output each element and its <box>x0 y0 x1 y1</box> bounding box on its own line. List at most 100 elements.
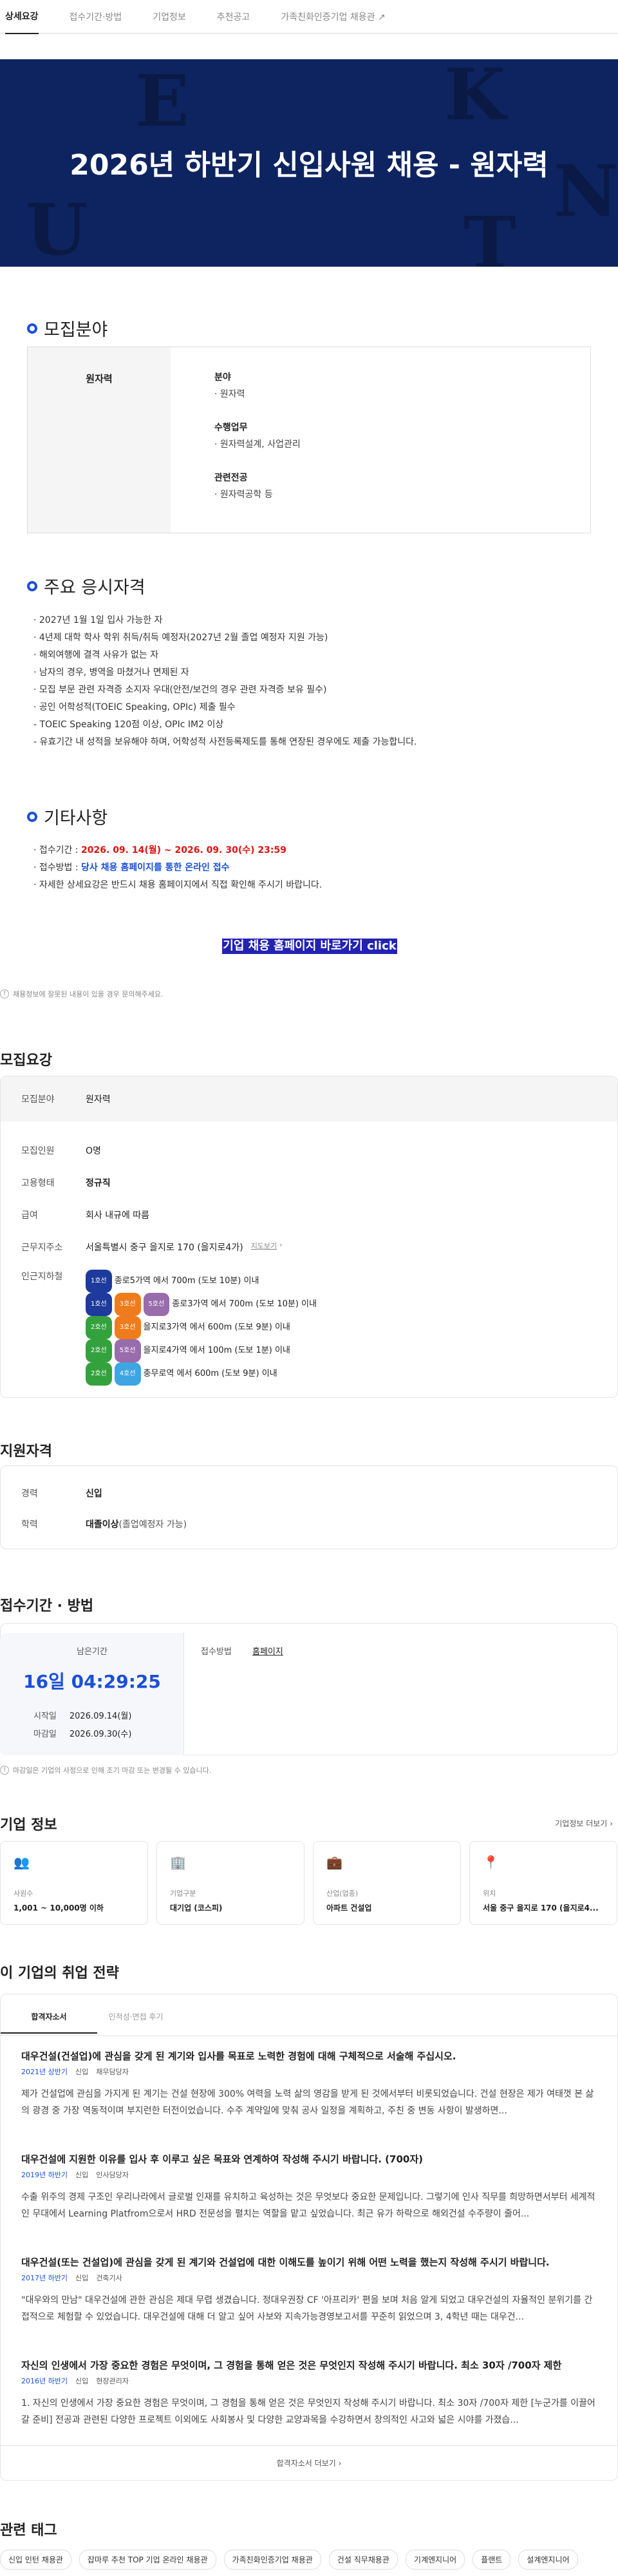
tab-cover-letters[interactable]: 합격자소서 <box>1 2001 97 2034</box>
strategy-card: 합격자소서 인적성·면접 후기 대우건설(건설업)에 관심을 갖게 된 계기와 … <box>0 1994 618 2481</box>
method-value: 당사 채용 홈페이지를 통한 온라인 접수 <box>81 863 230 873</box>
briefcase-icon: 💼 <box>326 1855 342 1870</box>
station-text: 종로5가역 에서 700m (도보 10분) 이내 <box>114 1276 259 1286</box>
cover-letter-item[interactable]: 대우건설(건설업)에 관심을 갖게 된 계기와 입사를 목표로 노력한 경험에 … <box>21 2049 598 2119</box>
item-career: 신입 <box>75 2068 89 2076</box>
station-item: 2호선 5호선 을지로4가역 에서 100m (도보 1분) 이내 <box>86 1339 317 1362</box>
location-pin-icon: 📍 <box>483 1855 499 1870</box>
line-badge: 1호선 <box>86 1293 112 1316</box>
item-job: 인사담당자 <box>96 2171 129 2179</box>
cover-letter-more-button[interactable]: 합격자소서 더보기 › <box>0 2457 618 2468</box>
tag-item[interactable]: 설계엔지니어 <box>518 2550 578 2570</box>
tab-detail[interactable]: 상세요강 <box>5 0 39 34</box>
tags-title: 관련 태그 <box>0 2523 57 2539</box>
tag-item[interactable]: 건설 직무채용관 <box>328 2550 398 2570</box>
station-item: 2호선 3호선 을지로3가역 에서 600m (도보 9분) 이내 <box>86 1316 317 1339</box>
section-qualification: 주요 응시자격 <box>27 573 145 598</box>
item-question: 대우건설(건설업)에 관심을 갖게 된 계기와 입사를 목표로 노력한 경험에 … <box>21 2050 456 2062</box>
item-year: 2019년 하반기 <box>21 2171 68 2179</box>
station-item: 2호선 4호선 충무로역 에서 600m (도보 9분) 이내 <box>86 1362 317 1386</box>
row-label: 모집인원 <box>21 1146 55 1156</box>
bullet-icon <box>27 580 37 591</box>
tag-list: 신입 인턴 채용관 잡마루 추천 TOP 기업 온라인 채용관 가족친화인증기업… <box>0 2550 586 2570</box>
apply-title: 접수기간 · 방법 <box>0 1598 94 1614</box>
station-item: 1호선 종로5가역 에서 700m (도보 10분) 이내 <box>86 1270 317 1293</box>
tag-item[interactable]: 신입 인턴 채용관 <box>0 2550 71 2570</box>
cover-letter-item[interactable]: 자신의 인생에서 가장 중요한 경험은 무엇이며, 그 경험을 통해 얻은 것은… <box>21 2358 598 2428</box>
item-answer: "대우와의 만남" 대우건설에 관한 관심은 제대 무렵 생겼습니다. 정대우권… <box>21 2295 593 2322</box>
tab-family-friendly[interactable]: 가족친화인증기업 채용관 ↗ <box>281 0 385 33</box>
external-link-icon: ↗ <box>377 12 386 23</box>
field-label: 분야 <box>214 372 231 383</box>
summary-title: 모집요강 <box>0 1053 52 1069</box>
map-link[interactable]: 지도보기 <box>251 1241 277 1254</box>
tag-item[interactable]: 기계엔지니어 <box>405 2550 465 2570</box>
card-label: 기업구분 <box>170 1889 196 1898</box>
item-career: 신입 <box>75 2377 89 2385</box>
field-name: 원자력 <box>28 347 171 533</box>
bullet-icon <box>27 811 37 822</box>
item-job: 건축기사 <box>96 2274 122 2282</box>
company-info-more-link[interactable]: 기업정보 더보기 › <box>555 1818 613 1829</box>
company-card-type: 🏢 기업구분 대기업 (코스피) <box>156 1841 304 1925</box>
row-value: 회사 내규에 따름 <box>86 1210 150 1221</box>
tag-item[interactable]: 플랜트 <box>473 2550 511 2570</box>
tab-company-info[interactable]: 기업정보 <box>153 0 186 33</box>
field-value: · 원자력 <box>214 389 245 399</box>
field-table: 원자력 분야 · 원자력 수행업무 · 원자력설계, 사업관리 관련전공 · 원… <box>27 347 591 533</box>
item-job: 현장관리자 <box>96 2377 129 2385</box>
item-question: 자신의 인생에서 가장 중요한 경험은 무엇이며, 그 경험을 통해 얻은 것은… <box>21 2360 562 2371</box>
row-value: 원자력 <box>86 1094 111 1105</box>
qualification-item: · 모집 부문 관련 자격증 소지자 우대(안전/보건의 경우 관련 자격증 보… <box>33 685 327 695</box>
other-list: · 접수기간 : 2026. 09. 14(월) ~ 2026. 09. 30(… <box>33 842 322 894</box>
tab-apply-period[interactable]: 접수기간·방법 <box>70 0 122 33</box>
period-label: · 접수기간 : <box>33 845 82 855</box>
end-date: 마감일 2026.09.30(수) <box>33 1727 131 1739</box>
card-label: 사원수 <box>14 1889 33 1898</box>
station-item: 1호선 3호선 5호선 종로3가역 에서 700m (도보 10분) 이내 <box>86 1293 317 1316</box>
item-answer: 1. 자신의 인생에서 가장 중요한 경험은 무엇이며, 그 경험을 통해 얻은… <box>21 2398 595 2425</box>
hero-title: 2026년 하반기 신입사원 채용 - 원자력 <box>70 149 548 182</box>
info-icon: ! <box>0 989 9 998</box>
chevron-right-icon: › <box>610 1819 613 1828</box>
qualification-item: - 유효기간 내 성적을 보유해야 하며, 어학성적 사전등록제도를 통해 연장… <box>33 737 417 747</box>
cover-letter-item[interactable]: 대우건설에 지원한 이유를 입사 후 이루고 싶은 목표와 연계하여 작성해 주… <box>21 2152 598 2222</box>
tag-item[interactable]: 잡마루 추천 TOP 기업 온라인 채용관 <box>79 2550 216 2570</box>
line-badge: 5호선 <box>143 1293 170 1316</box>
line-badge: 3호선 <box>114 1293 141 1316</box>
company-homepage-button[interactable]: 기업 채용 홈페이지 바로가기 click <box>222 939 397 954</box>
major-label: 관련전공 <box>214 473 248 483</box>
cover-letter-item[interactable]: 대우건설(또는 건설업)에 관심을 갖게 된 계기와 건설업에 대한 이해도를 … <box>21 2255 598 2325</box>
hero-letter: T <box>464 201 516 267</box>
tab-interview-reviews[interactable]: 인적성·면접 후기 <box>88 2001 184 2032</box>
divider <box>1 2445 617 2446</box>
requirements-title: 지원자격 <box>0 1444 52 1460</box>
tab-recommended[interactable]: 추천공고 <box>217 0 250 33</box>
apply-method-link[interactable]: 홈페이지 <box>252 1645 283 1657</box>
company-card-employees: 👥 사원수 1,001 ~ 10,000명 이하 <box>0 1841 148 1925</box>
section-title: 주요 응시자격 <box>44 578 145 598</box>
line-badge: 5호선 <box>114 1339 141 1362</box>
error-report-notice[interactable]: ! 채용정보에 잘못된 내용이 있을 경우 문의해주세요. <box>0 989 164 999</box>
tag-item[interactable]: 가족친화인증기업 채용관 <box>223 2550 321 2570</box>
notice-text: 마감일은 기업의 사정으로 인해 조기 마감 또는 변경될 수 있습니다. <box>13 1766 212 1775</box>
row-label: 경력 <box>21 1489 38 1499</box>
station-list: 1호선 종로5가역 에서 700m (도보 10분) 이내 1호선 3호선 5호선 종로… <box>86 1270 317 1386</box>
method-line: · 접수방법 : 당사 채용 홈페이지를 통한 온라인 접수 <box>33 859 322 877</box>
people-icon: 👥 <box>14 1855 30 1870</box>
item-year: 2017년 하반기 <box>21 2274 68 2282</box>
task-label: 수행업무 <box>214 423 248 433</box>
hero-banner: K E N U T 2026년 하반기 신입사원 채용 - 원자력 <box>0 59 618 267</box>
row-value: 서울특별시 중구 을지로 170 (을지로4가) <box>86 1243 243 1253</box>
station-text: 종로3가역 에서 700m (도보 10분) 이내 <box>172 1299 317 1309</box>
qualification-item: · 공인 어학성적(TOEIC Speaking, OPIc) 제출 필수 <box>33 702 236 712</box>
chevron-right-icon: › <box>338 2459 342 2468</box>
station-text: 을지로3가역 에서 600m (도보 9분) 이내 <box>143 1322 290 1332</box>
line-badge: 4호선 <box>114 1362 141 1386</box>
row-value: 정규직 <box>86 1178 111 1188</box>
remaining-value: 16일 04:29:25 <box>23 1671 161 1692</box>
summary-row: 고용형태 정규직 <box>21 1176 111 1189</box>
card-value: 1,001 ~ 10,000명 이하 <box>14 1903 104 1913</box>
row-note: (졸업예정자 가능) <box>118 1520 187 1530</box>
summary-row: 모집인원 O명 <box>21 1144 101 1157</box>
